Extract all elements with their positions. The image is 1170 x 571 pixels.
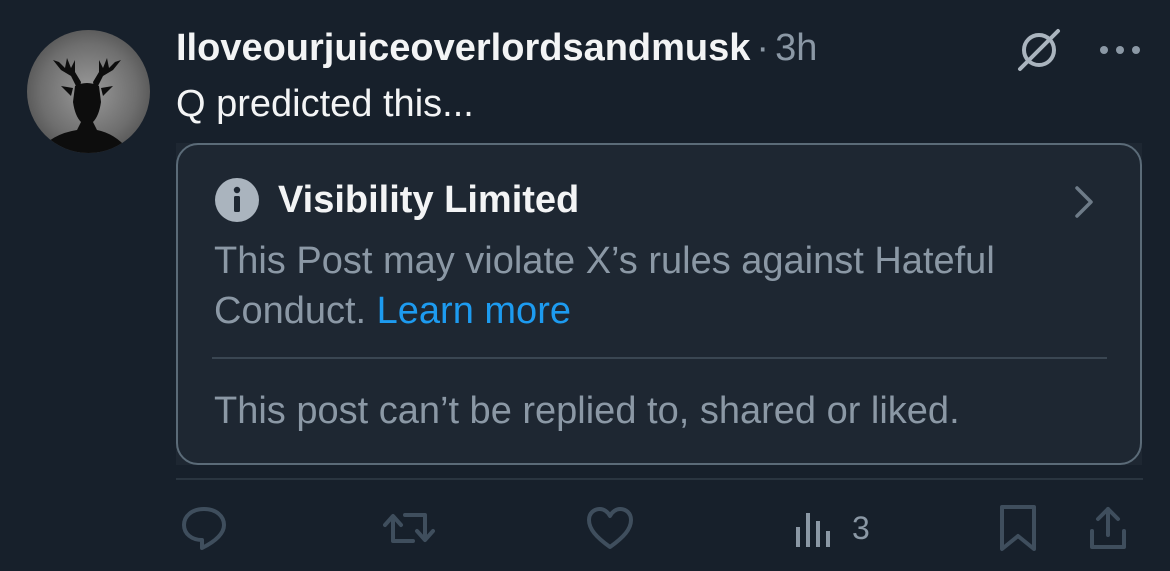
share-button[interactable] [1088,505,1128,551]
bookmark-icon [1000,505,1036,551]
separator-dot: · [756,27,770,69]
restriction-text: This post can’t be replied to, shared or… [214,390,960,432]
share-icon [1090,507,1126,549]
avatar[interactable] [27,30,150,153]
post-time[interactable]: 3h [775,26,817,70]
reply-icon [182,507,226,550]
views-button[interactable]: 3 [794,505,870,551]
username[interactable]: Iloveourjuiceoverlordsandmusk [176,26,750,70]
chevron-right-icon[interactable] [1072,184,1096,220]
notice-header[interactable]: Visibility Limited [214,176,579,224]
grok-icon[interactable] [1014,28,1062,72]
action-bar-divider [176,478,1143,480]
views-icon [796,513,830,547]
notice-body-text: This Post may violate X’s rules against … [214,240,995,332]
reply-button[interactable] [180,505,228,551]
notice-body: This Post may violate X’s rules against … [214,236,1114,336]
like-icon [587,507,633,549]
learn-more-link[interactable]: Learn more [377,290,571,332]
deer-silhouette-icon [37,58,131,153]
notice-title: Visibility Limited [278,178,580,221]
post-text: Q predicted this... [176,83,474,125]
notice-divider [212,357,1107,359]
post-header: Iloveourjuiceoverlordsandmusk · 3h [176,26,817,70]
repost-button[interactable] [383,505,435,551]
repost-icon [383,513,435,543]
more-icon[interactable] [1097,40,1143,60]
views-count: 3 [852,509,870,546]
like-button[interactable] [586,505,634,551]
info-icon [215,178,259,222]
bookmark-button[interactable] [998,505,1038,551]
